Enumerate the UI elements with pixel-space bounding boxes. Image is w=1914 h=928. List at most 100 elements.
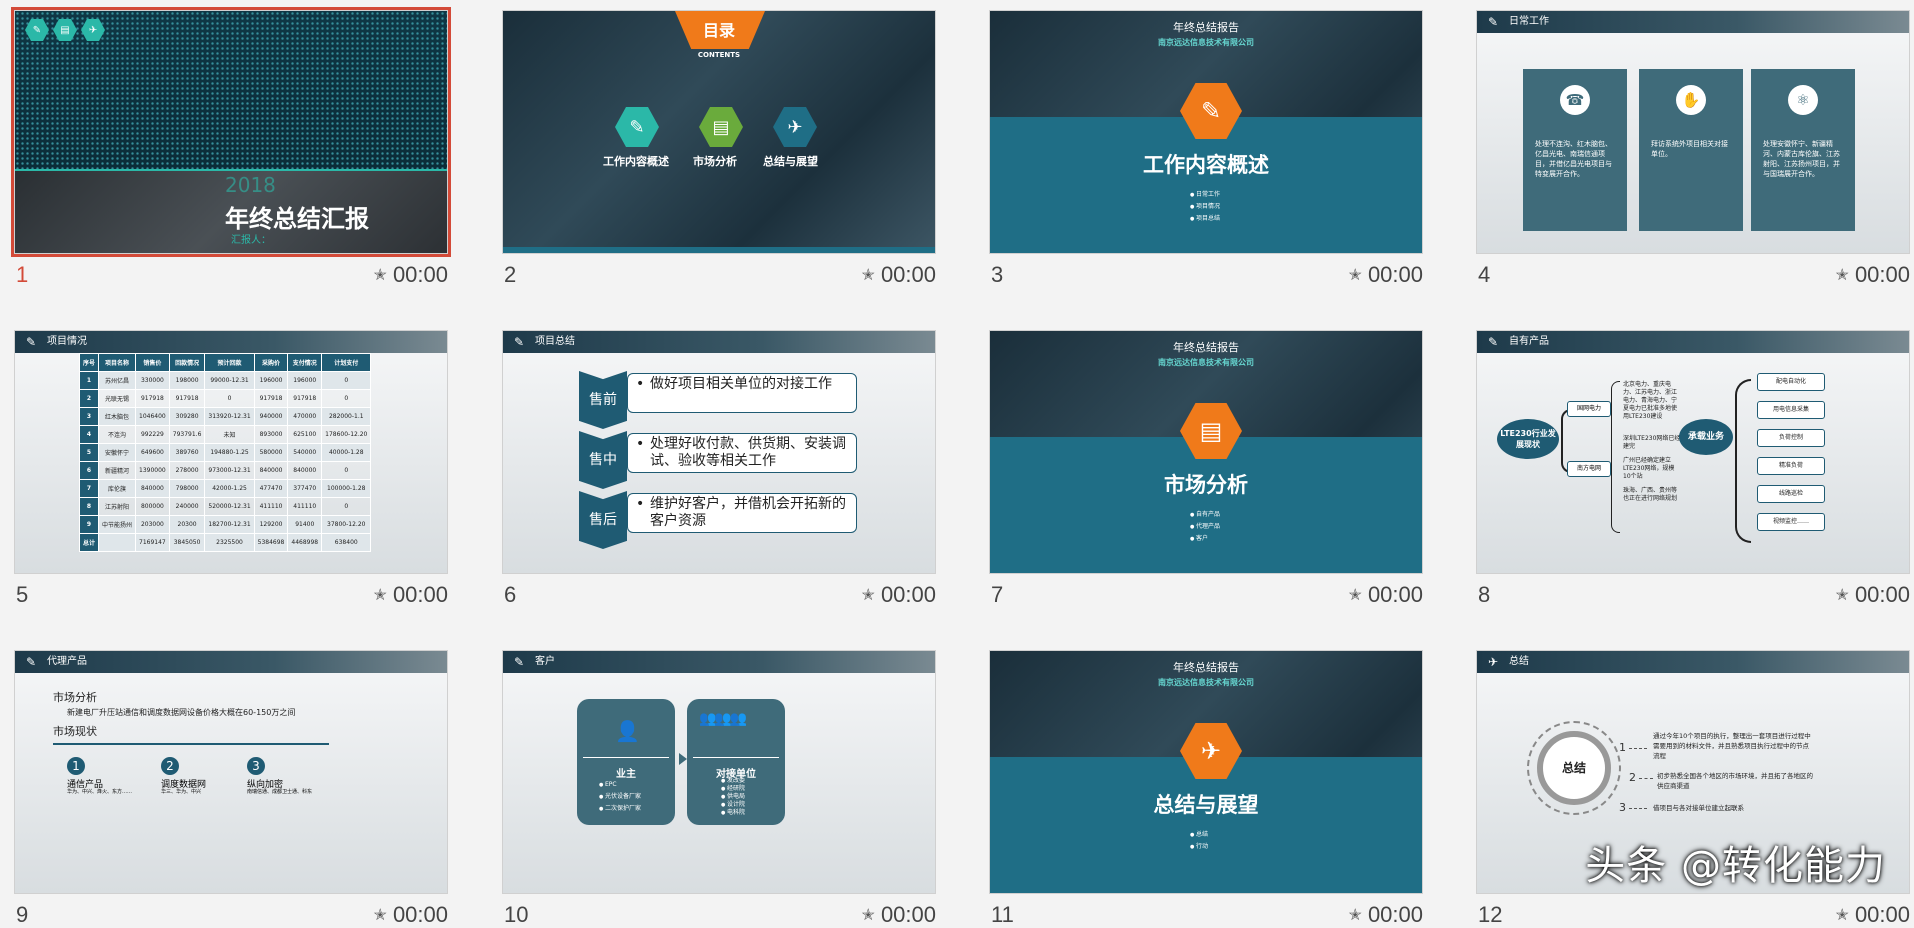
slide-timing[interactable]: ✭ 00:00 [374,262,448,288]
table-cell: 0 [321,371,372,390]
table-cell: 江苏射阳 [98,497,137,516]
arrow-icon [679,753,687,765]
transition-star-icon: ✭ [373,587,387,604]
note-3: 广州已经确定建立LTE230网络，规模10个站 [1623,457,1675,480]
slide-timing[interactable]: ✭ 00:00 [1836,902,1910,928]
table-cell: 采购价 [253,353,289,372]
transition-star-icon: ✭ [1835,907,1849,924]
slide-time: 00:00 [1367,262,1423,287]
table-cell: 282000-1.1 [321,407,372,426]
slide-time: 00:00 [392,262,448,287]
table-row: 4 不连沟 992229 793791.6 未知 893000 625100 178600-1… [78,425,372,444]
slide-timing[interactable]: ✭ 00:00 [1349,582,1423,608]
table-cell: 不连沟 [98,425,137,444]
table-cell: 支付情况 [287,353,323,372]
table-cell: 893000 [253,425,289,444]
edit-icon: ✎ [513,335,525,349]
step-number: 2 [161,757,179,775]
service-item: 视频监控…… [1757,513,1825,531]
table-row: 7 库伦旗 840000 798000 42000-1.25 477470 377470 10… [78,479,372,498]
table-cell: 240000 [168,497,206,516]
atom-icon: ⚛ [1788,85,1818,115]
card-text: 处理不连沟、红木脑包、亿昌光电、南瑞信通项目，并借亿昌光电项目与特变展开合作。 [1535,140,1612,178]
step-text: 做好项目相关单位的对接工作 [650,376,832,392]
connector [1629,748,1647,749]
table-cell: 477470 [253,479,289,498]
table-header: 序号 项目名称 销售价 回款情况 预计回款 采购价 支付情况 计划支付 [78,353,372,372]
slide-timing[interactable]: ✭ 00:00 [862,902,936,928]
table-cell: 800000 [135,497,170,516]
table-cell: 0 [321,497,372,516]
table-cell: 5384698 [253,533,289,552]
table-cell: 540000 [287,443,323,462]
table-cell: 7169147 [135,533,170,552]
slide-timing[interactable]: ✭ 00:00 [374,902,448,928]
table-cell: 项目名称 [98,353,137,372]
table-cell: 992229 [135,425,170,444]
bottom-bar [503,247,935,253]
table-cell: 1 [78,371,100,390]
slide-timing[interactable]: ✭ 00:00 [862,262,936,288]
table-cell: 2325500 [204,533,255,552]
service-circle: 承载业务 [1679,419,1733,455]
table-cell: 840000 [253,461,289,480]
step-note: 南瑞信通、成都卫士通、科东 [247,789,313,795]
slide-number: 12 [1478,902,1503,927]
header-text: 自有产品 [1509,336,1549,347]
card-3: ⚛ 处理安徽怀宁、新疆精河、内蒙古库伦旗、江苏射阳、江苏扬州项目，并与国瑞展开合… [1751,69,1855,231]
table-cell: 798000 [168,479,206,498]
table-cell: 196000 [287,371,323,390]
slide-timing[interactable]: ✭ 00:00 [862,582,936,608]
header-text: 总结 [1509,656,1529,667]
slide-number: 10 [504,902,529,927]
table-cell: 917918 [287,389,323,408]
slide-10-preview: ✎ 客户 👤 业主 EPC 光伏设备厂家 二次保护厂家 👥👥👥 对接单位 发改委 … [502,650,936,894]
slide-timing[interactable]: ✭ 00:00 [1836,262,1910,288]
slide-number: 11 [991,902,1014,927]
slide-timing[interactable]: ✭ 00:00 [374,582,448,608]
owner-title: 业主 [616,769,636,780]
step-label-1: 售前 [579,371,627,429]
slide-time: 00:00 [1854,582,1910,607]
slide-header: ✎ 项目情况 [15,331,447,353]
table-cell: 预计回款 [204,353,255,372]
table-cell: 6 [78,461,100,480]
transition-star-icon: ✭ [861,587,875,604]
table-cell: 330000 [135,371,170,390]
table-cell: 389760 [168,443,206,462]
company-name: 南京远达信息技术有限公司 [1158,38,1254,47]
section-title: 工作内容概述 [1143,153,1269,177]
table-cell: 520000-12.31 [204,497,255,516]
table-cell: 销售价 [135,353,170,372]
point-number-1: 1 [1619,741,1626,754]
connector [1629,808,1647,809]
table-cell: 9 [78,515,100,534]
table-cell: 129200 [253,515,289,534]
bullet: 发改委 [721,777,745,785]
world-map [15,11,447,171]
slide-timing[interactable]: ✭ 00:00 [1836,582,1910,608]
table-cell: 91400 [287,515,323,534]
plane-icon: ✈ [773,107,817,147]
toc-item-2: 市场分析 [693,155,737,168]
report-title: 年终总结报告 [1173,661,1239,674]
table-cell: 100000-1.28 [321,479,372,498]
slide-number: 1 [16,262,29,287]
table-cell: 1046400 [135,407,170,426]
card-text: 拜访系统外项目相关对接单位。 [1651,140,1728,158]
card-1: ☎ 处理不连沟、红木脑包、亿昌光电、南瑞信通项目，并借亿昌光电项目与特变展开合作… [1523,69,1627,231]
slide-timing[interactable]: ✭ 00:00 [1349,262,1423,288]
table-row: 9 中节能扬州 203000 20300 182700-12.31 129200 91400… [78,515,372,534]
slide-8-preview: ✎ 自有产品 LTE230行业发展现状 国网电力 南方电网 北京电力、重庆电力、江… [1476,330,1910,574]
table-row: 2 光联无锡 917918 917918 0 917918 917918 0 [78,389,372,408]
bullet: 经研院 [721,785,745,793]
slide-timing[interactable]: ✭ 00:00 [1349,902,1423,928]
slide-title: 年终总结汇报 [225,205,369,233]
service-item: 用电信息采集 [1757,401,1825,419]
table-cell: 3845050 [168,533,206,552]
slide-number: 5 [16,582,29,607]
point-number-2: 2 [1629,771,1636,784]
table-cell: 总计 [78,533,100,552]
slide-number: 9 [16,902,29,927]
table-cell: 377470 [287,479,323,498]
